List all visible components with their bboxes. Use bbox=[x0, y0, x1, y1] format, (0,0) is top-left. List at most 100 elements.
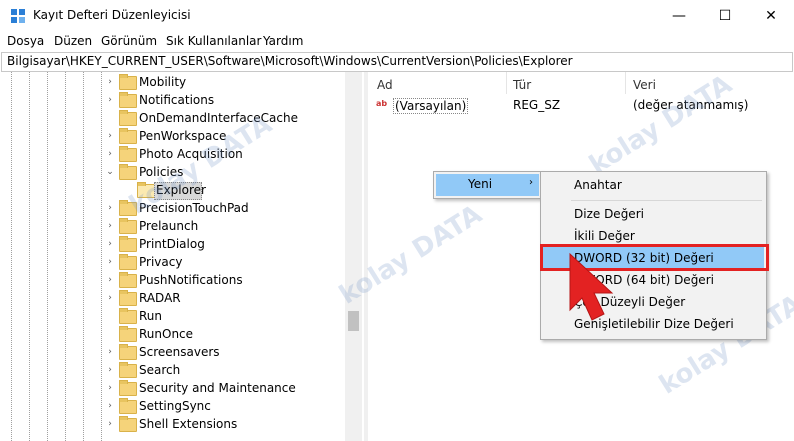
menu-file[interactable]: Dosya bbox=[7, 34, 44, 48]
tree-item-penworkspace[interactable]: › PenWorkspace bbox=[0, 128, 344, 146]
expand-icon bbox=[105, 311, 115, 321]
tree-item-privacy[interactable]: › Privacy bbox=[0, 254, 344, 272]
folder-icon bbox=[119, 416, 137, 432]
folder-icon bbox=[119, 380, 137, 396]
tree-item-label: RADAR bbox=[139, 291, 181, 305]
folder-icon bbox=[119, 254, 137, 270]
folder-icon bbox=[119, 200, 137, 216]
address-bar[interactable]: Bilgisayar\HKEY_CURRENT_USER\Software\Mi… bbox=[1, 52, 793, 72]
menu-item-string-value[interactable]: Dize Değeri bbox=[574, 207, 644, 221]
folder-icon bbox=[119, 362, 137, 378]
column-header-type[interactable]: Tür bbox=[513, 78, 531, 92]
tree-item-label: SettingSync bbox=[139, 399, 211, 413]
menu-item-binary-value[interactable]: İkili Değer bbox=[574, 229, 635, 243]
expand-icon[interactable]: › bbox=[105, 401, 115, 411]
tree-item-runonce[interactable]: RunOnce bbox=[0, 326, 344, 344]
folder-icon bbox=[119, 236, 137, 252]
tree-item-label: Prelaunch bbox=[139, 219, 199, 233]
expand-icon[interactable]: › bbox=[105, 383, 115, 393]
expand-icon[interactable]: › bbox=[105, 347, 115, 357]
menu-favorites[interactable]: Sık Kullanılanlar bbox=[166, 34, 261, 48]
expand-icon[interactable]: › bbox=[105, 131, 115, 141]
tree-item-security-and-maintenance[interactable]: › Security and Maintenance bbox=[0, 380, 344, 398]
menu-edit[interactable]: Düzen bbox=[54, 34, 92, 48]
tree-item-ondemandinterfacecache[interactable]: OnDemandInterfaceCache bbox=[0, 110, 344, 128]
expand-icon[interactable]: › bbox=[105, 257, 115, 267]
folder-icon bbox=[119, 272, 137, 288]
context-menu: Yeni › bbox=[433, 171, 542, 199]
tree-item-label: PushNotifications bbox=[139, 273, 243, 287]
tree-item-photo-acquisition[interactable]: › Photo Acquisition bbox=[0, 146, 344, 164]
minimize-button[interactable]: — bbox=[656, 0, 702, 31]
tree-item-label: Policies bbox=[139, 165, 184, 179]
tree-item-pushnotifications[interactable]: › PushNotifications bbox=[0, 272, 344, 290]
folder-icon bbox=[119, 326, 137, 342]
collapse-icon[interactable]: ⌄ bbox=[105, 167, 115, 177]
value-name[interactable]: (Varsayılan) bbox=[393, 98, 469, 114]
folder-icon bbox=[119, 92, 137, 108]
tree-item-label: OnDemandInterfaceCache bbox=[139, 111, 298, 125]
expand-icon[interactable]: › bbox=[105, 293, 115, 303]
folder-icon bbox=[119, 218, 137, 234]
expand-icon[interactable]: › bbox=[105, 95, 115, 105]
tree-item-label: PrecisionTouchPad bbox=[139, 201, 249, 215]
registry-editor-icon bbox=[11, 9, 25, 23]
column-header-name[interactable]: Ad bbox=[377, 78, 393, 92]
tree-item-radar[interactable]: › RADAR bbox=[0, 290, 344, 308]
expand-icon bbox=[105, 329, 115, 339]
maximize-button[interactable]: ☐ bbox=[702, 0, 748, 31]
open-folder-icon bbox=[137, 182, 155, 198]
tree-scrollbar[interactable] bbox=[345, 72, 362, 441]
tree-item-policies[interactable]: ⌄ Policies bbox=[0, 164, 344, 182]
expand-icon[interactable]: › bbox=[105, 77, 115, 87]
tree-item-settingsync[interactable]: › SettingSync bbox=[0, 398, 344, 416]
menu-help[interactable]: Yardım bbox=[263, 34, 303, 48]
tree-item-prelaunch[interactable]: › Prelaunch bbox=[0, 218, 344, 236]
value-data: (değer atanmamış) bbox=[633, 98, 749, 112]
tree-item-label: Security and Maintenance bbox=[139, 381, 296, 395]
submenu-arrow-icon: › bbox=[529, 177, 533, 188]
tree-item-search[interactable]: › Search bbox=[0, 362, 344, 380]
tree-item-mobility[interactable]: › Mobility bbox=[0, 74, 344, 92]
tree-item-notifications[interactable]: › Notifications bbox=[0, 92, 344, 110]
tree-item-label: Explorer bbox=[156, 183, 206, 197]
expand-icon[interactable]: › bbox=[105, 203, 115, 213]
expand-icon[interactable]: › bbox=[105, 275, 115, 285]
tree-item-label: Shell Extensions bbox=[139, 417, 238, 431]
expand-icon[interactable]: › bbox=[105, 365, 115, 375]
tree-item-screensavers[interactable]: › Screensavers bbox=[0, 344, 344, 362]
value-type: REG_SZ bbox=[513, 98, 561, 112]
tree-item-label: PrintDialog bbox=[139, 237, 205, 251]
tree-item-precisiontouchpad[interactable]: › PrecisionTouchPad bbox=[0, 200, 344, 218]
tree-item-label: Notifications bbox=[139, 93, 215, 107]
annotation-arrow-icon bbox=[569, 252, 614, 321]
menu-item-new-label: Yeni bbox=[468, 177, 493, 191]
tree-item-shell-extensions[interactable]: › Shell Extensions bbox=[0, 416, 344, 434]
string-value-icon: ab bbox=[376, 99, 388, 108]
tree-item-label: Privacy bbox=[139, 255, 183, 269]
menu-bar: Dosya Düzen Görünüm Sık Kullanılanlar Ya… bbox=[0, 31, 794, 51]
expand-icon[interactable]: › bbox=[105, 419, 115, 429]
expand-icon[interactable]: › bbox=[105, 221, 115, 231]
column-header-data[interactable]: Veri bbox=[633, 78, 656, 92]
menu-view[interactable]: Görünüm bbox=[101, 34, 157, 48]
tree-item-run[interactable]: Run bbox=[0, 308, 344, 326]
tree-item-label: PenWorkspace bbox=[139, 129, 227, 143]
expand-icon bbox=[105, 113, 115, 123]
tree-item-label: Photo Acquisition bbox=[139, 147, 243, 161]
expand-icon[interactable]: › bbox=[105, 239, 115, 249]
tree-item-label: RunOnce bbox=[139, 327, 194, 341]
folder-icon bbox=[119, 74, 137, 90]
registry-tree[interactable]: › Mobility › Notifications OnDemandInter… bbox=[0, 72, 364, 441]
tree-item-label: Screensavers bbox=[139, 345, 220, 359]
tree-item-explorer[interactable]: Explorer bbox=[0, 182, 344, 200]
tree-item-printdialog[interactable]: › PrintDialog bbox=[0, 236, 344, 254]
expand-icon[interactable]: › bbox=[105, 149, 115, 159]
title-bar: Kayıt Defteri Düzenleyicisi — ☐ ✕ bbox=[0, 0, 794, 31]
menu-item-key[interactable]: Anahtar bbox=[574, 178, 622, 192]
folder-icon bbox=[119, 146, 137, 162]
close-button[interactable]: ✕ bbox=[748, 0, 794, 31]
folder-icon bbox=[119, 398, 137, 414]
tree-item-label: Run bbox=[139, 309, 163, 323]
scrollbar-thumb[interactable] bbox=[348, 311, 359, 331]
